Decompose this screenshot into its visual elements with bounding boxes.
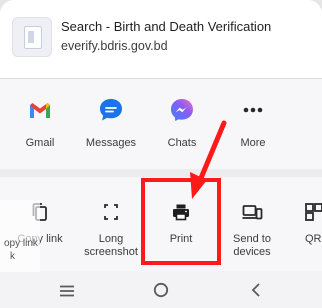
annotation-arrow bbox=[190, 120, 227, 199]
